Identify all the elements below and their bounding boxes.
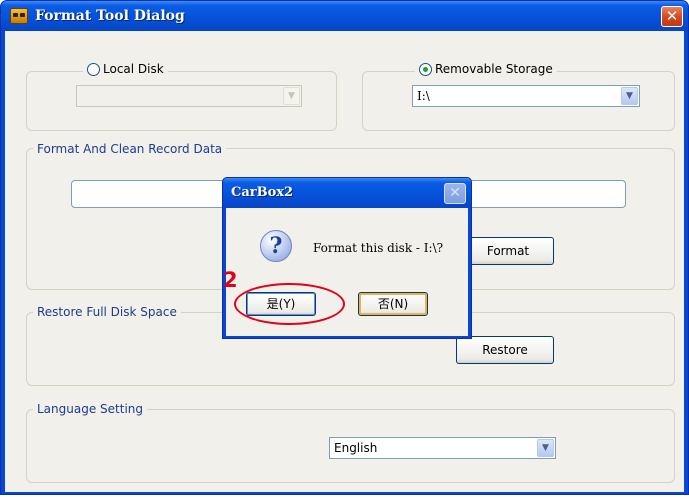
local-disk-label: Local Disk [103, 62, 164, 76]
removable-storage-value: I:\ [417, 89, 430, 103]
language-value: English [334, 441, 378, 455]
format-group-legend: Format And Clean Record Data [33, 142, 227, 156]
confirm-dialog-title: CarBox2 [231, 185, 294, 200]
language-select[interactable]: English ▼ [329, 437, 556, 459]
window-title: Format Tool Dialog [35, 8, 185, 24]
restore-button[interactable]: Restore [456, 336, 554, 364]
removable-storage-radio-circle[interactable] [419, 62, 432, 76]
step-number-annotation: 2 [223, 268, 238, 292]
no-button[interactable]: 否(N) [358, 292, 428, 316]
confirm-dialog-close-button[interactable]: ✕ [444, 183, 466, 204]
title-bar[interactable]: Format Tool Dialog ✕ [1, 1, 688, 31]
language-group-legend: Language Setting [33, 402, 148, 416]
removable-storage-select[interactable]: I:\ ▼ [412, 85, 640, 107]
app-icon [10, 8, 28, 24]
local-disk-radio-circle[interactable] [87, 62, 100, 76]
removable-storage-radio[interactable]: Removable Storage [415, 62, 557, 76]
highlight-ellipse [234, 283, 345, 325]
confirm-message: Format this disk - I:\? [313, 241, 444, 255]
restore-group-legend: Restore Full Disk Space [33, 305, 181, 319]
local-disk-select[interactable]: ▼ [76, 85, 302, 107]
confirm-dialog-title-bar[interactable]: CarBox2 ✕ [223, 178, 471, 208]
chevron-down-icon: ▼ [283, 87, 300, 105]
question-icon: ? [260, 230, 292, 262]
format-button[interactable]: Format [462, 237, 554, 265]
local-disk-radio[interactable]: Local Disk [83, 62, 168, 76]
close-button[interactable]: ✕ [661, 6, 683, 27]
chevron-down-icon: ▼ [621, 87, 638, 105]
removable-storage-label: Removable Storage [435, 62, 553, 76]
chevron-down-icon: ▼ [537, 439, 554, 457]
